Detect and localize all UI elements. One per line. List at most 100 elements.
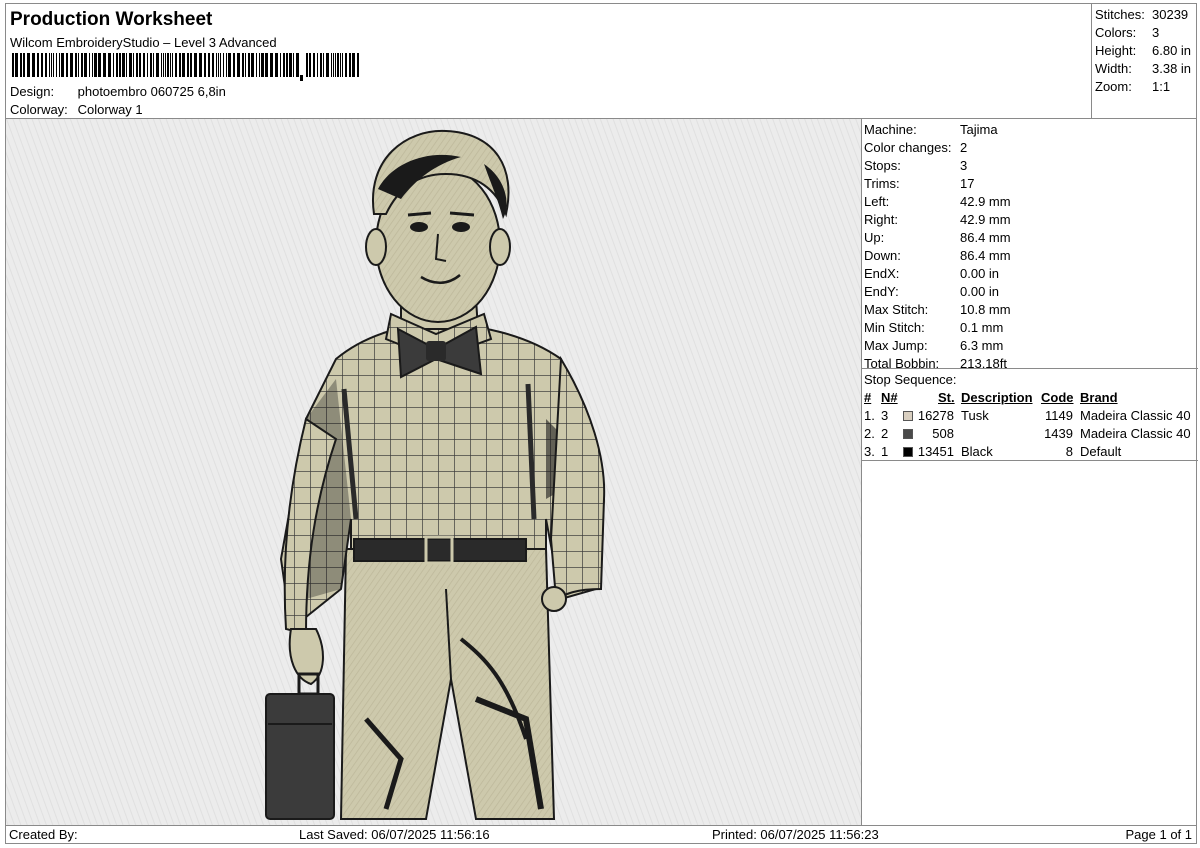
color-swatch xyxy=(903,429,913,439)
machine-info-row: Max Stitch: 10.8 mm xyxy=(864,302,1194,320)
color-swatch xyxy=(903,447,913,457)
height-label: Height: xyxy=(1095,43,1137,58)
machine-info-row: Left: 42.9 mm xyxy=(864,194,1194,212)
right-eye xyxy=(452,222,470,232)
machine-info-row: Down: 86.4 mm xyxy=(864,248,1194,266)
design-label: Design: xyxy=(10,84,55,99)
info-value: 2 xyxy=(960,140,968,155)
info-value: 10.8 mm xyxy=(960,302,1011,317)
needle-number: 1 xyxy=(881,444,889,459)
suitcase xyxy=(265,693,335,820)
machine-info-row: Machine: Tajima xyxy=(864,122,1194,140)
wristwatch xyxy=(541,586,567,612)
page-title: Production Worksheet xyxy=(10,9,213,30)
info-value: 17 xyxy=(960,176,975,191)
software-name: Wilcom EmbroideryStudio – Level 3 Advanc… xyxy=(10,35,277,50)
col-code: Code xyxy=(1041,390,1074,405)
width-label: Width: xyxy=(1095,61,1132,76)
thread-code: 1439 xyxy=(1044,426,1073,441)
printed-date: Printed: 06/07/2025 11:56:23 xyxy=(712,827,879,842)
info-label: Left: xyxy=(864,194,890,209)
barcode xyxy=(12,53,359,81)
info-value: 0.1 mm xyxy=(960,320,1004,335)
machine-info-row: Color changes: 2 xyxy=(864,140,1194,158)
machine-details: Machine: Tajima Color changes: 2 Stops: 3 Trim… xyxy=(861,118,1198,826)
colors-value: 3 xyxy=(1152,25,1160,40)
machine-info-row: EndY: 0.00 in xyxy=(864,284,1194,302)
color-swatch xyxy=(903,411,913,421)
height-value: 6.80 in xyxy=(1152,43,1192,58)
info-value: 86.4 mm xyxy=(960,248,1011,263)
stop-sequence-title: Stop Sequence: xyxy=(864,372,957,387)
info-label: Trims: xyxy=(864,176,900,191)
info-label: Max Jump: xyxy=(864,338,928,353)
left-eye xyxy=(410,222,428,232)
info-value: 86.4 mm xyxy=(960,230,1011,245)
colorway-value: Colorway 1 xyxy=(77,102,143,117)
design-preview xyxy=(5,118,862,826)
col-stitches: St. xyxy=(938,390,955,405)
info-value: 3 xyxy=(960,158,968,173)
col-needle: N# xyxy=(881,390,898,405)
page-number: Page 1 of 1 xyxy=(1125,827,1193,842)
info-value: 6.3 mm xyxy=(960,338,1004,353)
machine-info-row: Up: 86.4 mm xyxy=(864,230,1194,248)
needle-number: 2 xyxy=(881,426,889,441)
stitches-value: 30239 xyxy=(1152,7,1189,22)
thread-brand: Default xyxy=(1080,444,1122,459)
machine-info-row: Stops: 3 xyxy=(864,158,1194,176)
divider xyxy=(862,460,1198,461)
info-value: 42.9 mm xyxy=(960,212,1011,227)
machine-info-row: Trims: 17 xyxy=(864,176,1194,194)
zoom-value: 1:1 xyxy=(1152,79,1171,94)
info-label: Machine: xyxy=(864,122,917,137)
stitch-count: 13451 xyxy=(917,444,954,459)
info-value: Tajima xyxy=(960,122,998,137)
thread-code: 1149 xyxy=(1045,408,1073,423)
info-label: Up: xyxy=(864,230,885,245)
belt xyxy=(353,538,527,562)
info-label: Down: xyxy=(864,248,901,263)
thread-description: Black xyxy=(961,444,993,459)
width-value: 3.38 in xyxy=(1152,61,1192,76)
created-by: Created By: xyxy=(9,827,78,842)
zoom-label: Zoom: xyxy=(1095,79,1132,94)
col-description: Description xyxy=(961,390,1033,405)
colorway-row: Colorway: Colorway 1 xyxy=(10,102,143,117)
col-brand: Brand xyxy=(1080,390,1118,405)
colorway-label: Colorway: xyxy=(10,102,68,117)
info-label: Max Stitch: xyxy=(864,302,929,317)
info-label: EndY: xyxy=(864,284,899,299)
design-value: photoembro 060725 6,8in xyxy=(77,84,226,99)
thread-brand: Madeira Classic 40 xyxy=(1080,426,1191,441)
embroidery-figure xyxy=(6,119,861,825)
info-value: 0.00 in xyxy=(960,266,1000,281)
worksheet-footer: Created By: Last Saved: 06/07/2025 11:56… xyxy=(5,825,1197,844)
machine-info-row: Right: 42.9 mm xyxy=(864,212,1194,230)
stop-number: 1. xyxy=(864,408,875,423)
col-num: # xyxy=(864,390,872,405)
stop-number: 2. xyxy=(864,426,875,441)
info-label: EndX: xyxy=(864,266,900,281)
stitch-count: 16278 xyxy=(917,408,954,423)
needle-number: 3 xyxy=(881,408,889,423)
stitches-label: Stitches: xyxy=(1095,7,1145,22)
info-value: 42.9 mm xyxy=(960,194,1011,209)
thread-brand: Madeira Classic 40 xyxy=(1080,408,1191,423)
stop-number: 3. xyxy=(864,444,875,459)
design-row: Design: photoembro 060725 6,8in xyxy=(10,84,226,99)
info-label: Right: xyxy=(864,212,898,227)
thread-code: 8 xyxy=(1065,444,1073,459)
thread-description: Tusk xyxy=(961,408,989,423)
stitch-count: 508 xyxy=(932,426,954,441)
machine-info-row: Min Stitch: 0.1 mm xyxy=(864,320,1194,338)
machine-info-row: EndX: 0.00 in xyxy=(864,266,1194,284)
machine-info-row: Max Jump: 6.3 mm xyxy=(864,338,1194,356)
worksheet-header: Production Worksheet Wilcom EmbroiderySt… xyxy=(5,3,1092,119)
info-value: 0.00 in xyxy=(960,284,1000,299)
divider xyxy=(862,368,1198,369)
info-label: Color changes: xyxy=(864,140,952,155)
info-label: Min Stitch: xyxy=(864,320,925,335)
design-summary: Stitches: 30239 Colors: 3 Height: 6.80 i… xyxy=(1091,3,1197,119)
last-saved: Last Saved: 06/07/2025 11:56:16 xyxy=(299,827,490,842)
